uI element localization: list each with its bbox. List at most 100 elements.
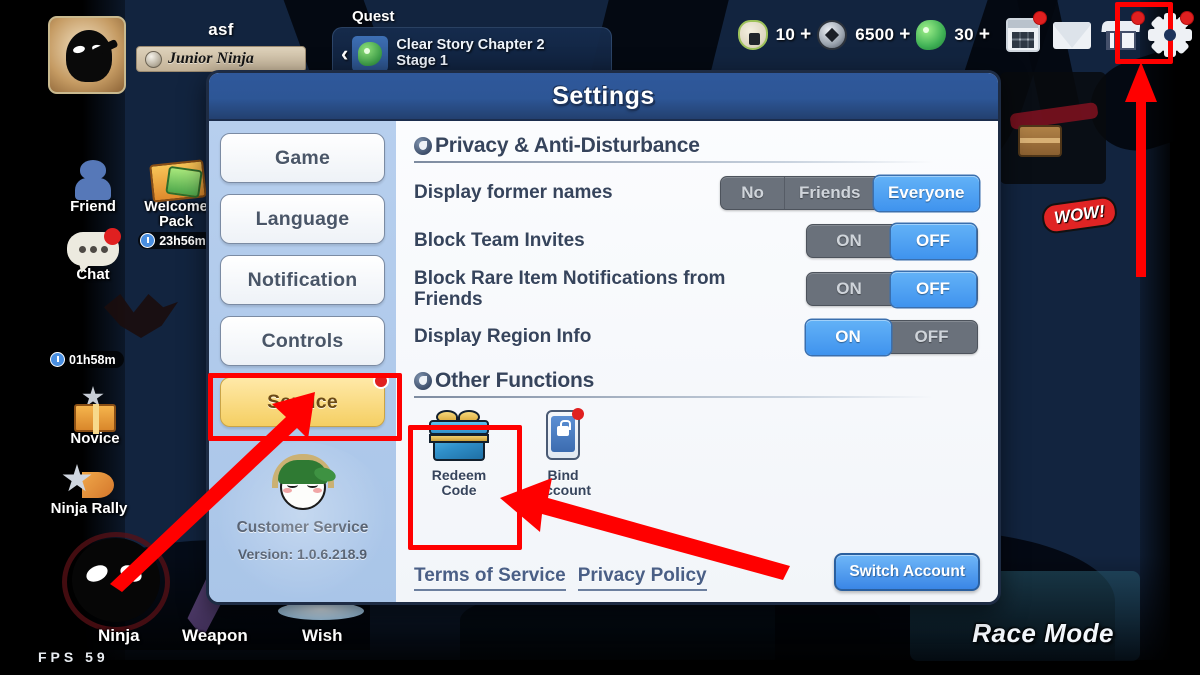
- tab-ninja[interactable]: Ninja: [98, 626, 140, 646]
- settings-content: Privacy & Anti-Disturbance Display forme…: [396, 121, 998, 602]
- currency-value: 10: [775, 25, 796, 44]
- redeem-code-label: Redeem Code: [431, 467, 487, 498]
- setting-row-display-region-info: Display Region Info ON OFF: [414, 313, 978, 361]
- chevron-left-icon[interactable]: ‹: [341, 41, 348, 67]
- treasure-chest-icon: [1018, 125, 1062, 157]
- add-currency-button[interactable]: +: [899, 24, 910, 46]
- free-reward-timer: 01h58m: [48, 351, 124, 368]
- customer-service-block[interactable]: Customer Service Version: 1.0.6.218.9: [212, 438, 392, 602]
- setting-row-block-team-invites: Block Team Invites ON OFF: [414, 217, 978, 265]
- option-everyone[interactable]: Everyone: [873, 175, 979, 211]
- notification-badge: [1180, 11, 1194, 25]
- gift-box-icon: [427, 408, 491, 464]
- toggle-block-team-invites[interactable]: ON OFF: [806, 223, 978, 259]
- gem-icon: [916, 20, 947, 50]
- toggle-display-region-info[interactable]: ON OFF: [805, 319, 978, 355]
- player-info: asf Junior Ninja: [136, 16, 306, 72]
- letterbox-right: [1140, 0, 1200, 675]
- segmented-control-former-names[interactable]: No Friends Everyone: [720, 175, 979, 211]
- setting-label: Display Region Info: [414, 326, 592, 348]
- switch-account-button[interactable]: Switch Account: [834, 553, 980, 591]
- quest-title: Clear Story Chapter 2: [396, 37, 545, 54]
- player-rank-label: Junior Ninja: [168, 50, 254, 67]
- shop-icon: [1101, 21, 1141, 51]
- add-currency-button[interactable]: +: [800, 24, 811, 46]
- bind-account-button[interactable]: Bind Account: [524, 408, 602, 497]
- sidebar-item-controls[interactable]: Controls: [220, 316, 385, 366]
- sidebar-item-label: Game: [275, 146, 330, 169]
- fps-counter: FPS 59: [38, 649, 109, 665]
- sidebar-item-novice[interactable]: Novice: [52, 386, 138, 447]
- option-no[interactable]: No: [721, 177, 786, 209]
- shop-button[interactable]: [1099, 11, 1145, 57]
- clock-icon: [50, 352, 65, 367]
- option-friends[interactable]: Friends: [785, 177, 876, 209]
- rice-ball-icon: [737, 20, 768, 50]
- bind-account-label: Bind Account: [535, 467, 591, 498]
- settings-gear-button[interactable]: [1148, 11, 1194, 57]
- top-hud: 10 + 6500 + 30 +: [737, 8, 1194, 62]
- terms-of-service-link[interactable]: Terms of Service: [414, 565, 566, 591]
- setting-label: Block Rare Item Notifications from Frien…: [414, 267, 726, 310]
- notification-badge: [572, 408, 584, 420]
- tab-weapon[interactable]: Weapon: [182, 626, 248, 646]
- welcome-pack-timer: 23h56m: [138, 232, 214, 249]
- rank-orb-icon: [145, 50, 162, 68]
- tab-wish[interactable]: Wish: [302, 626, 342, 646]
- option-on[interactable]: ON: [807, 273, 892, 305]
- privacy-section-header: Privacy & Anti-Disturbance: [414, 134, 978, 158]
- notification-badge: [104, 228, 121, 245]
- race-mode-label[interactable]: Race Mode: [972, 618, 1114, 649]
- redeem-code-button[interactable]: Redeem Code: [420, 408, 498, 497]
- add-currency-button[interactable]: +: [979, 24, 990, 46]
- settings-dialog: Settings Game Language Notification Cont…: [206, 70, 1001, 605]
- mail-icon: [1053, 22, 1091, 49]
- toggle-block-rare-item-notifications[interactable]: ON OFF: [806, 271, 978, 307]
- ninja-character[interactable]: [62, 532, 170, 632]
- currency-value: 30: [954, 25, 974, 44]
- quest-icon: [352, 35, 389, 72]
- dialog-title-bar: Settings: [209, 73, 998, 121]
- mail-button[interactable]: [1050, 13, 1094, 57]
- other-functions-row: Redeem Code Bind Account: [414, 408, 978, 497]
- option-off[interactable]: OFF: [890, 271, 976, 307]
- avatar[interactable]: [48, 16, 126, 94]
- sidebar-item-label: Language: [255, 207, 350, 230]
- currency-coin[interactable]: 6500 +: [817, 20, 910, 50]
- privacy-policy-link[interactable]: Privacy Policy: [577, 565, 707, 591]
- sidebar-item-service[interactable]: Service: [220, 373, 389, 427]
- sidebar-item-language[interactable]: Language: [220, 194, 385, 244]
- quest-subtitle: Stage 1: [396, 52, 448, 69]
- calendar-button[interactable]: [1001, 11, 1047, 57]
- notification-badge: [1131, 11, 1145, 25]
- option-off[interactable]: OFF: [890, 223, 976, 259]
- option-on[interactable]: ON: [807, 225, 892, 257]
- quest-tracker[interactable]: Quest ‹ Clear Story Chapter 2 Stage 1: [332, 8, 612, 79]
- option-off[interactable]: OFF: [889, 321, 974, 353]
- sidebar-item-friend[interactable]: Friend: [50, 160, 136, 215]
- sidebar-item-notification[interactable]: Notification: [220, 255, 385, 305]
- currency-value: 6500: [855, 25, 895, 44]
- sidebar-item-chat[interactable]: Chat: [50, 228, 136, 283]
- sidebar-item-label: Notification: [247, 268, 358, 291]
- player-name: asf: [208, 20, 234, 39]
- sidebar-item-ninja-rally[interactable]: Ninja Rally: [46, 462, 132, 517]
- setting-label: Display former names: [414, 182, 613, 204]
- novice-gift-icon: [71, 386, 119, 434]
- quest-text: Clear Story Chapter 2 Stage 1: [396, 37, 545, 69]
- sidebar-item-game[interactable]: Game: [220, 133, 385, 183]
- legal-links: Terms of Service Privacy Policy: [414, 565, 707, 591]
- currency-rice[interactable]: 10 +: [737, 20, 811, 50]
- timer-text: 23h56m: [159, 233, 206, 248]
- screenshot-root: asf Junior Ninja Quest ‹ Clear Story Cha…: [0, 0, 1200, 675]
- welcome-pack-icon: [145, 158, 207, 202]
- option-on[interactable]: ON: [805, 319, 891, 355]
- customer-service-avatar-icon: [271, 454, 334, 512]
- section-title: Privacy & Anti-Disturbance: [435, 134, 700, 157]
- friend-icon: [71, 160, 115, 202]
- currency-gem[interactable]: 30 +: [916, 20, 990, 50]
- setting-label: Block Team Invites: [414, 230, 585, 252]
- wow-label: WOW!: [1040, 194, 1119, 236]
- quest-label: Quest: [352, 8, 395, 25]
- wow-bubble: WOW!: [1040, 194, 1119, 236]
